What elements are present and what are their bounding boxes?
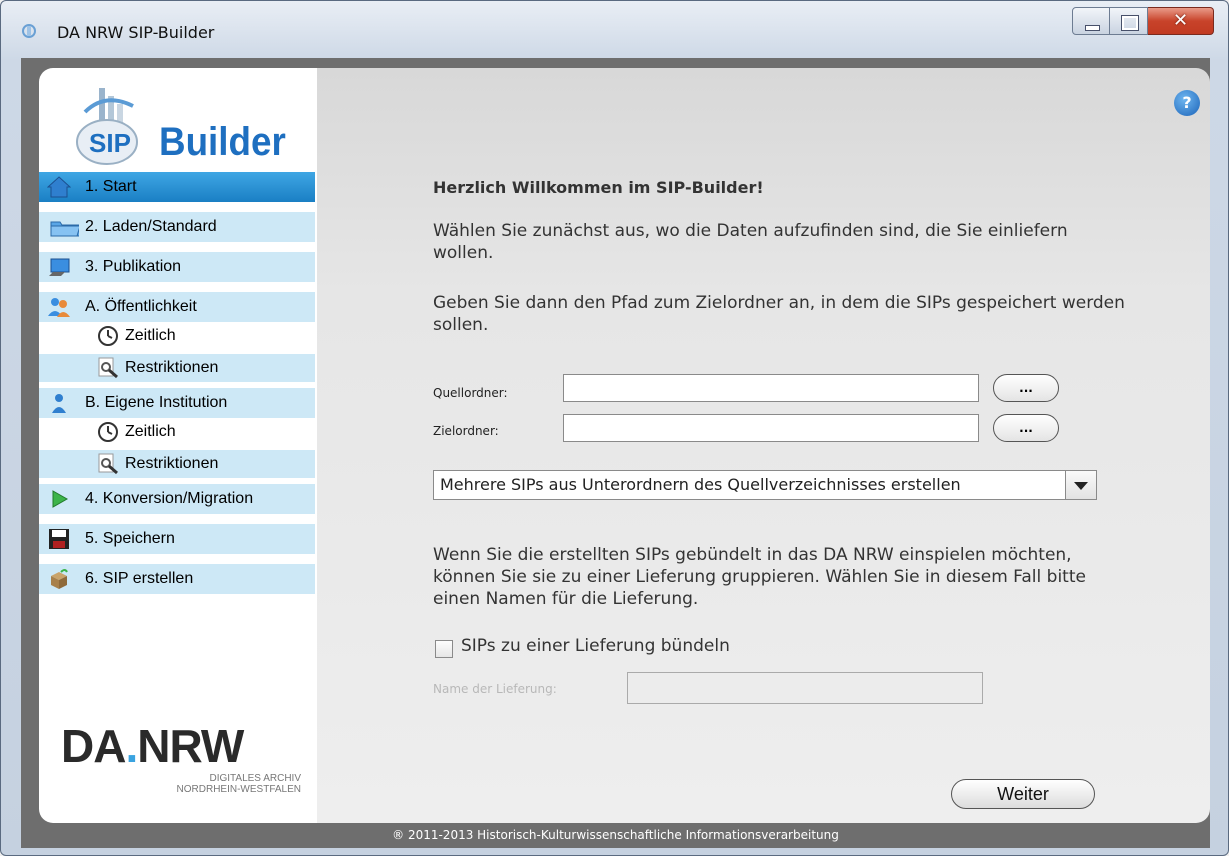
nav-item-label: 2. Laden/Standard	[85, 218, 217, 235]
users-icon	[48, 298, 70, 317]
next-button[interactable]: Weiter	[951, 779, 1095, 809]
window-title: DA NRW SIP-Builder	[57, 23, 215, 42]
close-button[interactable]: ✕	[1148, 7, 1214, 35]
nav-sub-label: Zeitlich	[125, 423, 176, 440]
window-controls: ✕	[1072, 7, 1214, 37]
bundle-checkbox[interactable]	[435, 640, 453, 658]
nav-item-label: A. Öffentlichkeit	[85, 298, 197, 315]
nav-sub-institution-zeitlich[interactable]: Zeitlich	[39, 418, 315, 446]
nav-item-publikation[interactable]: 3. Publikation	[39, 252, 315, 282]
clock-icon	[98, 326, 118, 346]
target-folder-label: Zielordner:	[433, 424, 499, 438]
play-icon	[52, 490, 69, 508]
title-bar[interactable]: DA NRW SIP-Builder ✕	[1, 1, 1228, 57]
nav-item-speichern[interactable]: 5. Speichern	[39, 524, 315, 554]
nav-sub-label: Restriktionen	[125, 359, 219, 376]
close-icon: ✕	[1172, 10, 1189, 31]
chevron-down-icon[interactable]	[1065, 471, 1096, 499]
nav-item-sip-erstellen[interactable]: 6. SIP erstellen	[39, 564, 315, 594]
home-icon	[47, 176, 71, 198]
content-area: SIP Builder 1. Start 2. Laden/Standard 3…	[21, 58, 1210, 848]
da-nrw-logo: DA.NRW DIGITALES ARCHIV NORDRHEIN-WESTFA…	[61, 720, 301, 795]
da-nrw-wordmark: DA.NRW	[61, 720, 244, 772]
target-folder-input[interactable]	[563, 414, 979, 442]
maximize-button[interactable]	[1110, 7, 1148, 35]
da-nrw-subtitle: DIGITALES ARCHIV NORDRHEIN-WESTFALEN	[176, 773, 301, 795]
sip-mode-value: Mehrere SIPs aus Unterordnern des Quellv…	[440, 475, 961, 494]
nav-sub-oeffentlichkeit-zeitlich[interactable]: Zeitlich	[39, 322, 315, 350]
delivery-name-label: Name der Lieferung:	[433, 682, 557, 696]
nav-item-oeffentlichkeit[interactable]: A. Öffentlichkeit	[39, 292, 315, 322]
logo-text: Builder	[159, 120, 286, 164]
nav-sub-institution-restriktionen[interactable]: Restriktionen	[39, 450, 315, 478]
nav-item-label: 4. Konversion/Migration	[85, 490, 254, 507]
app-icon	[22, 24, 36, 38]
help-icon[interactable]: ?	[1174, 90, 1200, 116]
sidebar-nav: 1. Start 2. Laden/Standard 3. Publikatio…	[39, 172, 315, 604]
monitor-icon	[49, 258, 70, 276]
nav-item-laden-standard[interactable]: 2. Laden/Standard	[39, 212, 315, 242]
source-folder-label: Quellordner:	[433, 386, 508, 400]
folder-icon	[50, 221, 79, 237]
nav-item-label: B. Eigene Institution	[85, 394, 228, 411]
source-folder-input[interactable]	[563, 374, 979, 402]
delivery-name-input[interactable]	[627, 672, 983, 704]
nav-item-label: 5. Speichern	[85, 530, 175, 547]
nav-item-eigene-institution[interactable]: B. Eigene Institution	[39, 388, 315, 418]
nav-sub-label: Zeitlich	[125, 327, 176, 344]
svg-text:SIP: SIP	[89, 128, 131, 158]
intro-text-2: Geben Sie dann den Pfad zum Zielordner a…	[433, 293, 1125, 335]
floppy-icon	[49, 529, 69, 549]
nav-item-konversion-migration[interactable]: 4. Konversion/Migration	[39, 484, 315, 514]
magnifier-icon	[98, 453, 118, 475]
footer-copyright: ® 2011-2013 Historisch-Kulturwissenschaf…	[392, 828, 839, 842]
nav-sub-label: Restriktionen	[125, 455, 219, 472]
main-panel: ? Herzlich Willkommen im SIP-Builder! Wä…	[317, 68, 1210, 823]
package-icon	[51, 569, 68, 589]
nav-sub-oeffentlichkeit-restriktionen[interactable]: Restriktionen	[39, 354, 315, 382]
bundle-info-text: Wenn Sie die erstellten SIPs gebündelt i…	[433, 545, 1086, 609]
sip-mode-select[interactable]: Mehrere SIPs aus Unterordnern des Quellv…	[433, 470, 1097, 500]
clock-icon	[98, 422, 118, 442]
magnifier-icon	[98, 357, 118, 379]
welcome-heading: Herzlich Willkommen im SIP-Builder!	[433, 178, 764, 197]
nav-item-label: 1. Start	[85, 178, 137, 195]
sidebar: SIP Builder 1. Start 2. Laden/Standard 3…	[39, 68, 317, 823]
user-icon	[52, 394, 66, 413]
sip-builder-logo: SIP Builder	[65, 82, 305, 172]
source-browse-button[interactable]: ...	[993, 374, 1059, 402]
nav-item-label: 6. SIP erstellen	[85, 570, 194, 587]
target-browse-button[interactable]: ...	[993, 414, 1059, 442]
app-window: DA NRW SIP-Builder ✕ SIP Builder 1. Star…	[0, 0, 1229, 856]
bundle-checkbox-label[interactable]: SIPs zu einer Lieferung bündeln	[461, 636, 730, 656]
sip-logo-icon: SIP	[76, 88, 138, 165]
minimize-button[interactable]	[1072, 7, 1110, 35]
nav-item-label: 3. Publikation	[85, 258, 182, 275]
intro-text-1: Wählen Sie zunächst aus, wo die Daten au…	[433, 221, 1068, 263]
nav-item-start[interactable]: 1. Start	[39, 172, 315, 202]
